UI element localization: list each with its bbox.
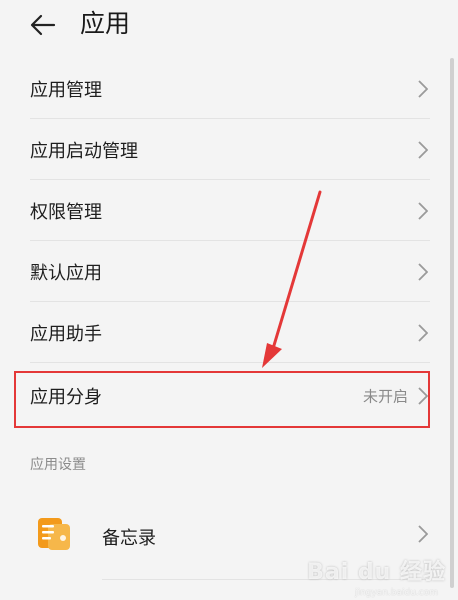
section-header: 应用设置 <box>30 457 86 473</box>
watermark-url: jingyan.baidu.com <box>354 588 438 598</box>
chevron-right-icon <box>418 525 428 543</box>
menu-item-label: 应用助手 <box>30 323 102 345</box>
page-title: 应用 <box>80 9 131 38</box>
chevron-right-icon <box>418 201 428 220</box>
watermark: Bai du 经验 <box>307 560 446 585</box>
highlight-box <box>14 371 430 428</box>
menu-item-startup-management[interactable]: 应用启动管理 <box>0 119 450 180</box>
memo-app-icon <box>38 518 70 550</box>
menu-item-label: 应用启动管理 <box>30 140 138 162</box>
menu-item-permission-management[interactable]: 权限管理 <box>0 180 450 241</box>
header-bar: 应用 <box>0 0 458 56</box>
chevron-right-icon <box>418 323 428 342</box>
chevron-right-icon <box>418 79 428 98</box>
menu-item-label: 应用管理 <box>30 79 102 101</box>
menu-item-label: 默认应用 <box>30 262 102 284</box>
chevron-right-icon <box>418 262 428 281</box>
menu-item-app-assistant[interactable]: 应用助手 <box>0 302 450 363</box>
app-item-label: 备忘录 <box>102 528 156 549</box>
menu-item-app-management[interactable]: 应用管理 <box>0 58 450 119</box>
chevron-right-icon <box>418 140 428 159</box>
menu-item-default-apps[interactable]: 默认应用 <box>0 241 450 302</box>
scrollbar[interactable] <box>450 58 454 588</box>
arrow-left-icon[interactable] <box>30 14 56 36</box>
menu-item-label: 权限管理 <box>30 201 102 223</box>
